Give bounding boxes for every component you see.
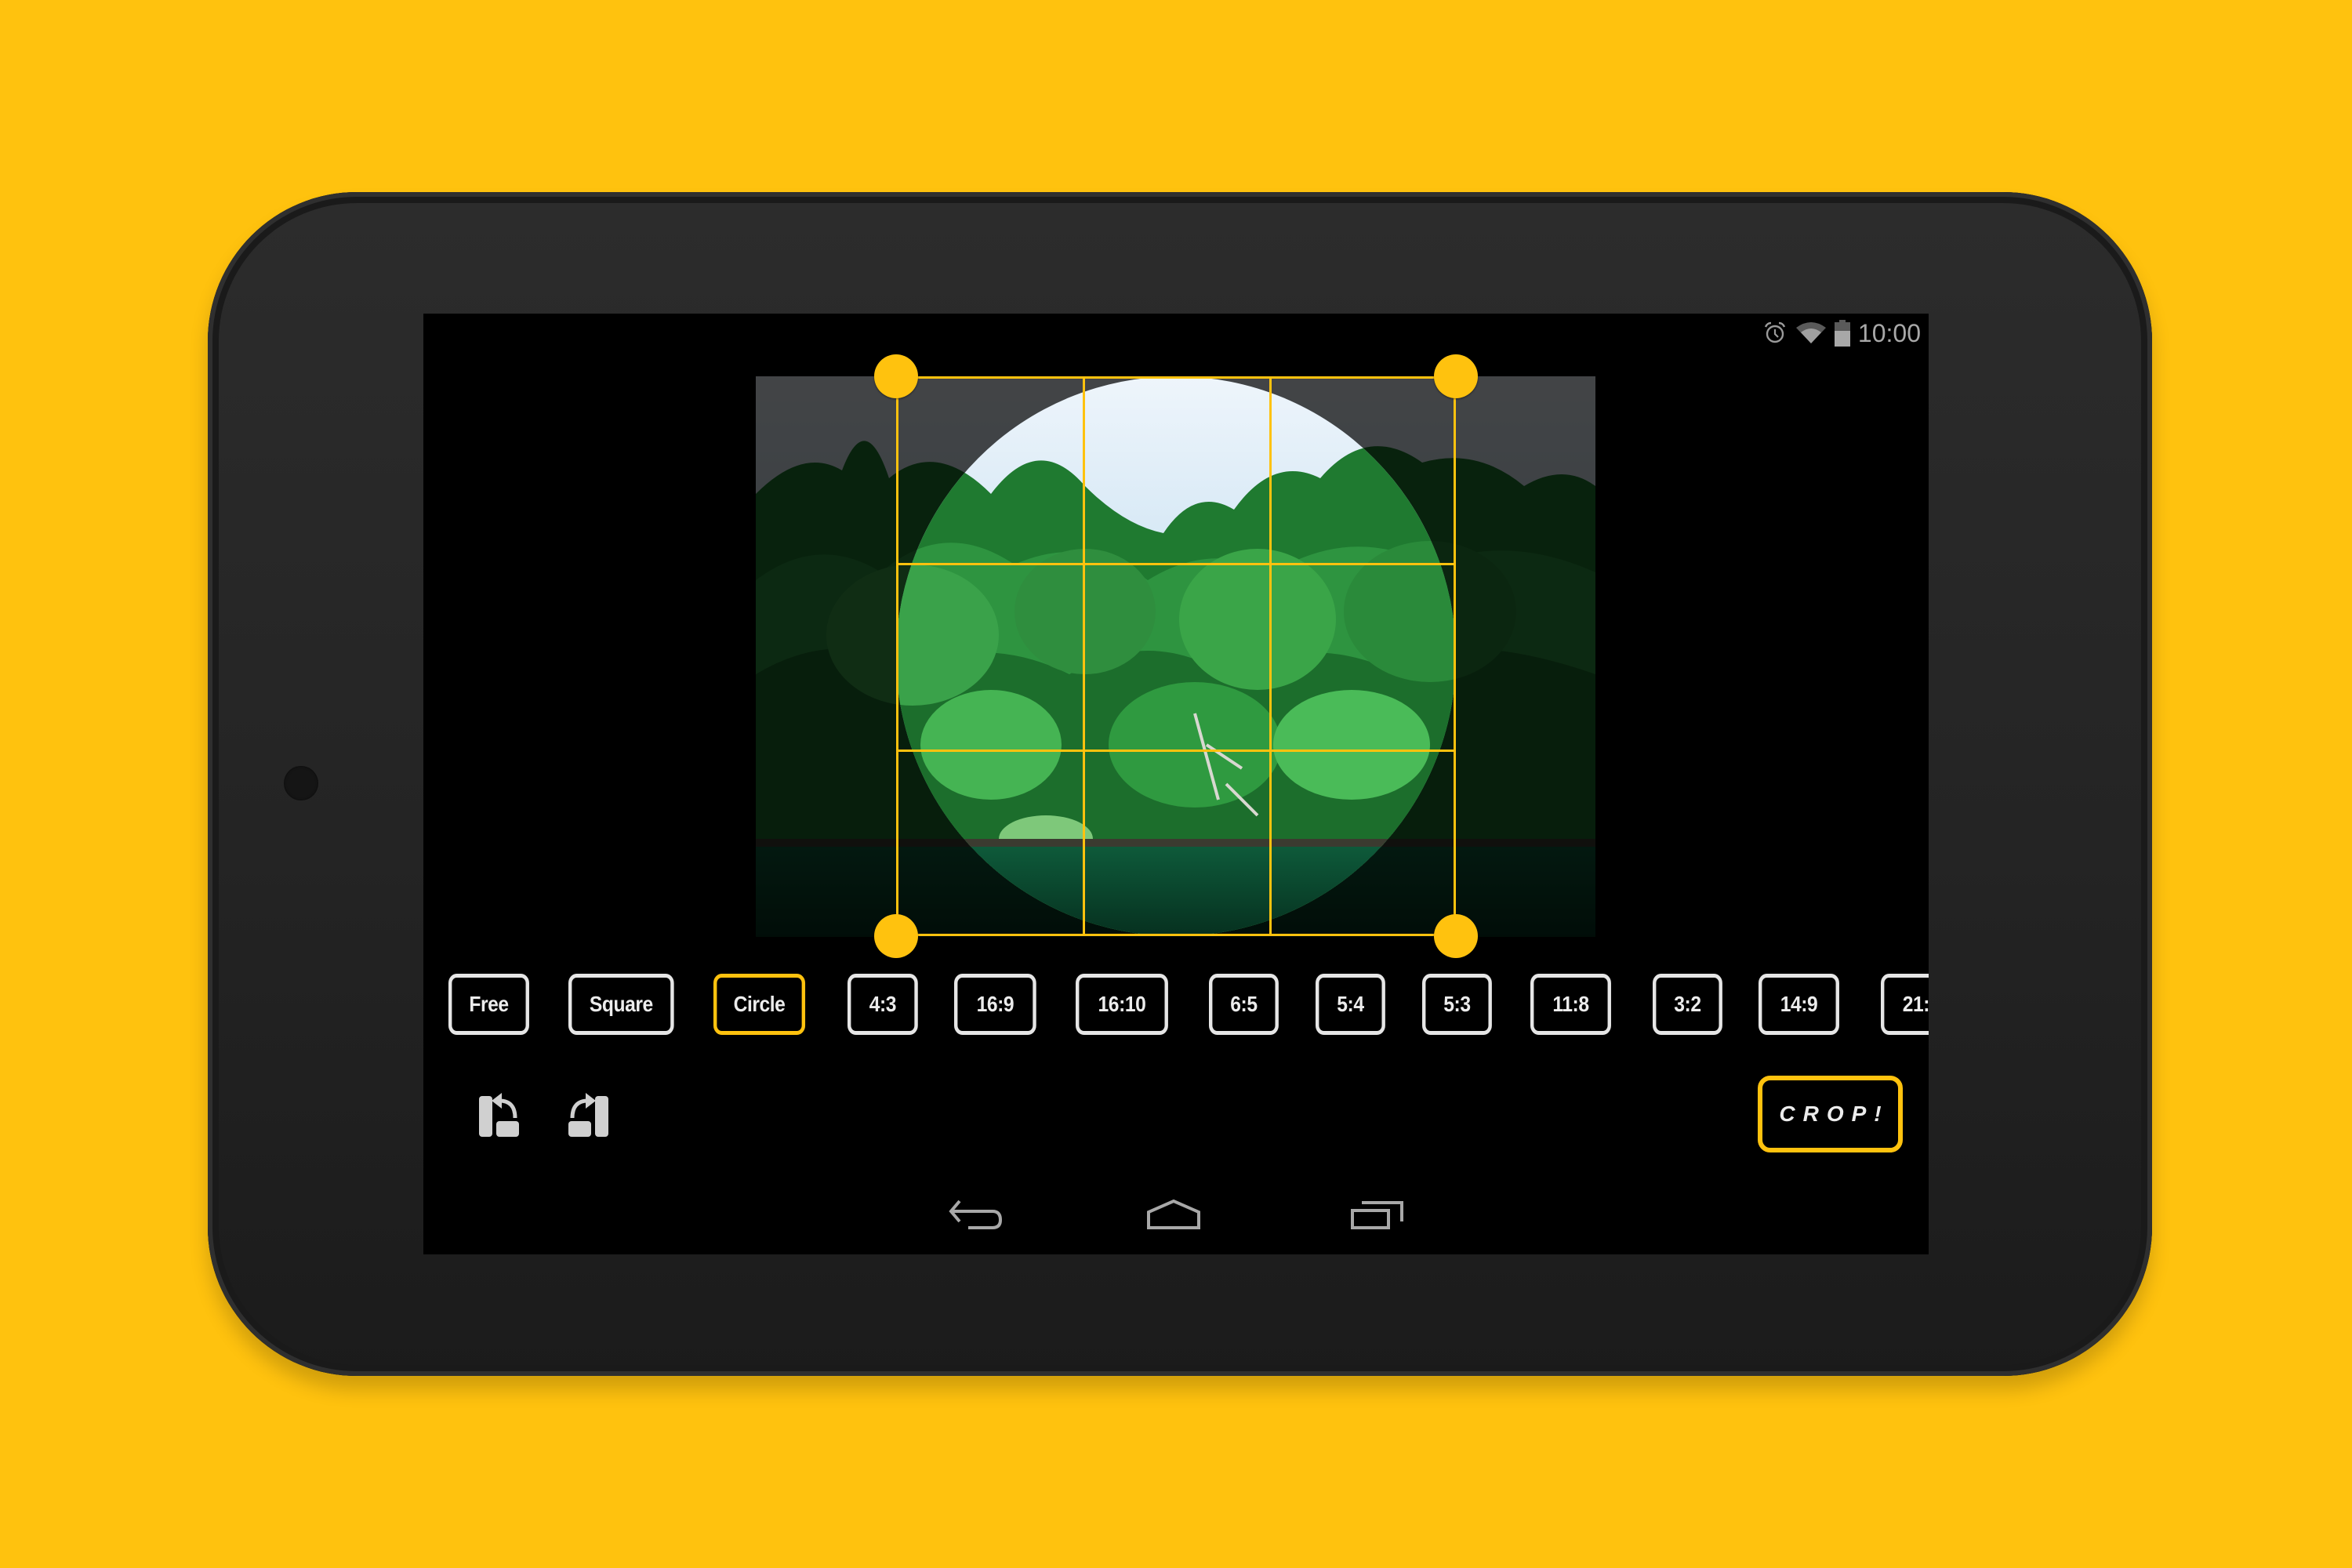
crop-handle-bottom-left[interactable]: [874, 914, 918, 958]
crop-handle-bottom-right[interactable]: [1434, 914, 1478, 958]
rotate-right-icon: [568, 1093, 608, 1137]
ratio-6-5[interactable]: 6:5: [1209, 974, 1279, 1035]
nav-home-button[interactable]: [1146, 1199, 1201, 1239]
ratio-3-2[interactable]: 3:2: [1653, 974, 1722, 1035]
nav-back-button[interactable]: [949, 1200, 1004, 1239]
status-bar: 10:00: [1762, 318, 1921, 349]
grid-line: [1083, 379, 1085, 934]
front-camera: [284, 766, 318, 800]
recents-icon: [1351, 1201, 1403, 1229]
home-icon: [1147, 1199, 1200, 1229]
device-screen: 10:00 Free Square Circle 4:3 16:9 16:10 …: [423, 314, 1929, 1254]
grid-line: [898, 750, 1454, 752]
wifi-icon: [1795, 321, 1827, 345]
crop-handle-top-right[interactable]: [1434, 354, 1478, 398]
ratio-circle[interactable]: Circle: [713, 974, 806, 1035]
rotate-right-button[interactable]: [563, 1090, 613, 1140]
ratio-16-9[interactable]: 16:9: [954, 974, 1036, 1035]
ratio-square[interactable]: Square: [568, 974, 674, 1035]
battery-icon: [1834, 320, 1850, 347]
back-icon: [949, 1200, 1003, 1229]
ratio-21-9[interactable]: 21:9: [1881, 974, 1929, 1035]
crop-frame[interactable]: [896, 376, 1456, 936]
clock: 10:00: [1857, 318, 1921, 347]
ratio-free[interactable]: Free: [448, 974, 529, 1035]
grid-line: [898, 563, 1454, 565]
alarm-icon: [1762, 321, 1788, 346]
ratio-5-4[interactable]: 5:4: [1316, 974, 1385, 1035]
grid-line: [1269, 379, 1272, 934]
nav-recents-button[interactable]: [1350, 1200, 1405, 1239]
crop-handle-top-left[interactable]: [874, 354, 918, 398]
ratio-11-8[interactable]: 11:8: [1530, 974, 1611, 1035]
ratio-14-9[interactable]: 14:9: [1759, 974, 1839, 1035]
crop-button[interactable]: CROP!: [1758, 1076, 1903, 1152]
rotate-left-icon: [479, 1093, 519, 1137]
ratio-5-3[interactable]: 5:3: [1422, 974, 1492, 1035]
ratio-16-10[interactable]: 16:10: [1076, 974, 1168, 1035]
rotate-left-button[interactable]: [474, 1090, 524, 1140]
ratio-4-3[interactable]: 4:3: [848, 974, 918, 1035]
